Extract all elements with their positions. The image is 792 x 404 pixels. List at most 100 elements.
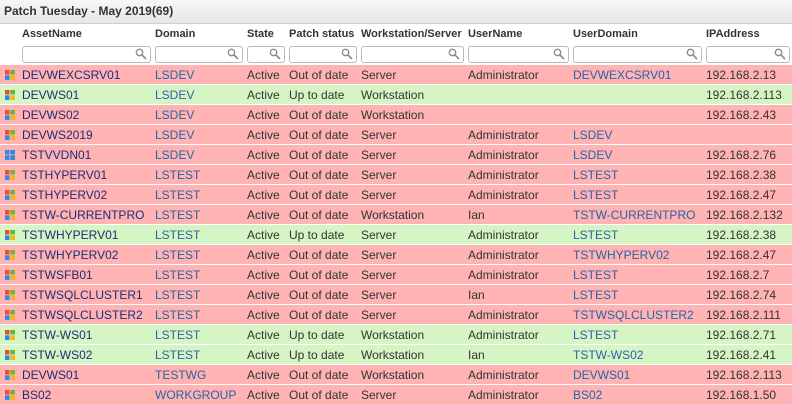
user-domain-cell[interactable]: LSTEST xyxy=(571,185,704,205)
column-header-ipaddress[interactable]: IPAddress xyxy=(704,24,792,44)
user-domain-cell[interactable]: LSTEST xyxy=(571,285,704,305)
asset-name-cell[interactable]: DEVWS2019 xyxy=(20,125,153,145)
domain-cell[interactable]: LSTEST xyxy=(153,225,245,245)
asset-name-cell[interactable]: DEVWS01 xyxy=(20,365,153,385)
asset-name-cell[interactable]: DEVWS02 xyxy=(20,105,153,125)
table-row[interactable]: TSTHYPERV02LSTESTActiveOut of dateServer… xyxy=(0,185,792,205)
user-domain-cell[interactable] xyxy=(571,85,704,105)
table-row[interactable]: TSTVVDN01LSDEVActiveOut of dateServerAdm… xyxy=(0,145,792,165)
user-domain-cell[interactable]: LSDEV xyxy=(571,145,704,165)
user-domain-cell[interactable]: LSDEV xyxy=(571,125,704,145)
domain-cell[interactable]: LSTEST xyxy=(153,265,245,285)
domain-cell[interactable]: LSDEV xyxy=(153,125,245,145)
domain-cell[interactable]: LSTEST xyxy=(153,185,245,205)
user-domain-cell[interactable]: LSTEST xyxy=(571,265,704,285)
table-row[interactable]: TSTW-WS02LSTESTActiveUp to dateWorkstati… xyxy=(0,345,792,365)
column-header-workstation-server[interactable]: Workstation/Server xyxy=(359,24,466,44)
search-icon[interactable] xyxy=(269,48,281,60)
user-domain-cell[interactable]: LSTEST xyxy=(571,225,704,245)
domain-cell[interactable]: LSTEST xyxy=(153,165,245,185)
patch-status-cell: Up to date xyxy=(287,85,359,105)
search-icon[interactable] xyxy=(135,48,147,60)
user-domain-cell[interactable] xyxy=(571,105,704,125)
table-row[interactable]: TSTWSQLCLUSTER1LSTESTActiveOut of dateSe… xyxy=(0,285,792,305)
domain-cell[interactable]: WORKGROUP xyxy=(153,385,245,404)
asset-name-cell[interactable]: BS02 xyxy=(20,385,153,404)
report-title: Patch Tuesday - May 2019(69) xyxy=(0,0,792,24)
asset-name-cell[interactable]: TSTHYPERV01 xyxy=(20,165,153,185)
filter-input-userdomain[interactable] xyxy=(576,47,683,60)
table-row[interactable]: TSTWSQLCLUSTER2LSTESTActiveOut of dateSe… xyxy=(0,305,792,325)
filter-input-assetname[interactable] xyxy=(25,47,132,60)
column-header-patch-status[interactable]: Patch status xyxy=(287,24,359,44)
patch-status-cell: Out of date xyxy=(287,245,359,265)
search-icon[interactable] xyxy=(448,48,460,60)
user-domain-cell[interactable]: BS02 xyxy=(571,385,704,404)
column-header-username[interactable]: UserName xyxy=(466,24,571,44)
filter-input-workstation-server[interactable] xyxy=(364,47,445,60)
domain-cell[interactable]: LSDEV xyxy=(153,85,245,105)
ip-address-cell: 192.168.2.41 xyxy=(704,345,792,365)
workstation-server-cell: Server xyxy=(359,145,466,165)
asset-name-cell[interactable]: TSTHYPERV02 xyxy=(20,185,153,205)
table-row[interactable]: DEVWS02LSDEVActiveOut of dateWorkstation… xyxy=(0,105,792,125)
asset-name-cell[interactable]: TSTWHYPERV01 xyxy=(20,225,153,245)
domain-cell[interactable]: LSDEV xyxy=(153,145,245,165)
filter-input-state[interactable] xyxy=(250,47,266,60)
user-domain-cell[interactable]: DEVWS01 xyxy=(571,365,704,385)
user-domain-cell[interactable]: TSTW-WS02 xyxy=(571,345,704,365)
asset-name-cell[interactable]: DEVWS01 xyxy=(20,85,153,105)
domain-cell[interactable]: LSDEV xyxy=(153,65,245,85)
filter-input-username[interactable] xyxy=(471,47,550,60)
user-domain-cell[interactable]: LSTEST xyxy=(571,165,704,185)
user-domain-cell[interactable]: TSTWHYPERV02 xyxy=(571,245,704,265)
search-icon[interactable] xyxy=(341,48,353,60)
asset-name-cell[interactable]: TSTW-WS01 xyxy=(20,325,153,345)
domain-cell[interactable]: LSTEST xyxy=(153,285,245,305)
windows-logo-icon xyxy=(5,329,15,339)
domain-cell[interactable]: LSTEST xyxy=(153,205,245,225)
table-row[interactable]: DEVWS01LSDEVActiveUp to dateWorkstation1… xyxy=(0,85,792,105)
table-row[interactable]: DEVWS01TESTWGActiveOut of dateWorkstatio… xyxy=(0,365,792,385)
search-icon[interactable] xyxy=(227,48,239,60)
table-row[interactable]: BS02WORKGROUPActiveOut of dateServerAdmi… xyxy=(0,385,792,404)
asset-name-cell[interactable]: DEVWEXCSRV01 xyxy=(20,65,153,85)
filter-input-patch-status[interactable] xyxy=(292,47,338,60)
filter-input-domain[interactable] xyxy=(158,47,224,60)
domain-cell[interactable]: LSDEV xyxy=(153,105,245,125)
column-header-assetname[interactable]: AssetName xyxy=(20,24,153,44)
domain-cell[interactable]: LSTEST xyxy=(153,325,245,345)
asset-name-cell[interactable]: TSTWSQLCLUSTER2 xyxy=(20,305,153,325)
search-icon[interactable] xyxy=(686,48,698,60)
table-row[interactable]: TSTWSFB01LSTESTActiveOut of dateServerAd… xyxy=(0,265,792,285)
column-header-state[interactable]: State xyxy=(245,24,287,44)
user-domain-cell[interactable]: TSTWSQLCLUSTER2 xyxy=(571,305,704,325)
table-row[interactable]: TSTWHYPERV02LSTESTActiveOut of dateServe… xyxy=(0,245,792,265)
table-row[interactable]: DEVWEXCSRV01LSDEVActiveOut of dateServer… xyxy=(0,65,792,85)
table-row[interactable]: TSTW-CURRENTPROLSTESTActiveOut of dateWo… xyxy=(0,205,792,225)
user-domain-cell[interactable]: TSTW-CURRENTPRO xyxy=(571,205,704,225)
asset-name-cell[interactable]: TSTW-WS02 xyxy=(20,345,153,365)
row-icon-cell xyxy=(0,205,20,225)
user-domain-cell[interactable]: DEVWEXCSRV01 xyxy=(571,65,704,85)
search-icon[interactable] xyxy=(553,48,565,60)
domain-cell[interactable]: TESTWG xyxy=(153,365,245,385)
table-row[interactable]: TSTW-WS01LSTESTActiveUp to dateWorkstati… xyxy=(0,325,792,345)
column-header-domain[interactable]: Domain xyxy=(153,24,245,44)
asset-name-cell[interactable]: TSTVVDN01 xyxy=(20,145,153,165)
table-row[interactable]: TSTHYPERV01LSTESTActiveOut of dateServer… xyxy=(0,165,792,185)
table-row[interactable]: TSTWHYPERV01LSTESTActiveUp to dateServer… xyxy=(0,225,792,245)
asset-name-cell[interactable]: TSTW-CURRENTPRO xyxy=(20,205,153,225)
domain-cell[interactable]: LSTEST xyxy=(153,245,245,265)
asset-name-cell[interactable]: TSTWSQLCLUSTER1 xyxy=(20,285,153,305)
search-icon[interactable] xyxy=(774,48,786,60)
user-domain-cell[interactable]: LSTEST xyxy=(571,325,704,345)
table-row[interactable]: DEVWS2019LSDEVActiveOut of dateServerAdm… xyxy=(0,125,792,145)
column-header-userdomain[interactable]: UserDomain xyxy=(571,24,704,44)
filter-input-ipaddress[interactable] xyxy=(709,47,771,60)
domain-cell[interactable]: LSTEST xyxy=(153,305,245,325)
domain-cell[interactable]: LSTEST xyxy=(153,345,245,365)
asset-name-cell[interactable]: TSTWSFB01 xyxy=(20,265,153,285)
username-cell: Administrator xyxy=(466,265,571,285)
asset-name-cell[interactable]: TSTWHYPERV02 xyxy=(20,245,153,265)
